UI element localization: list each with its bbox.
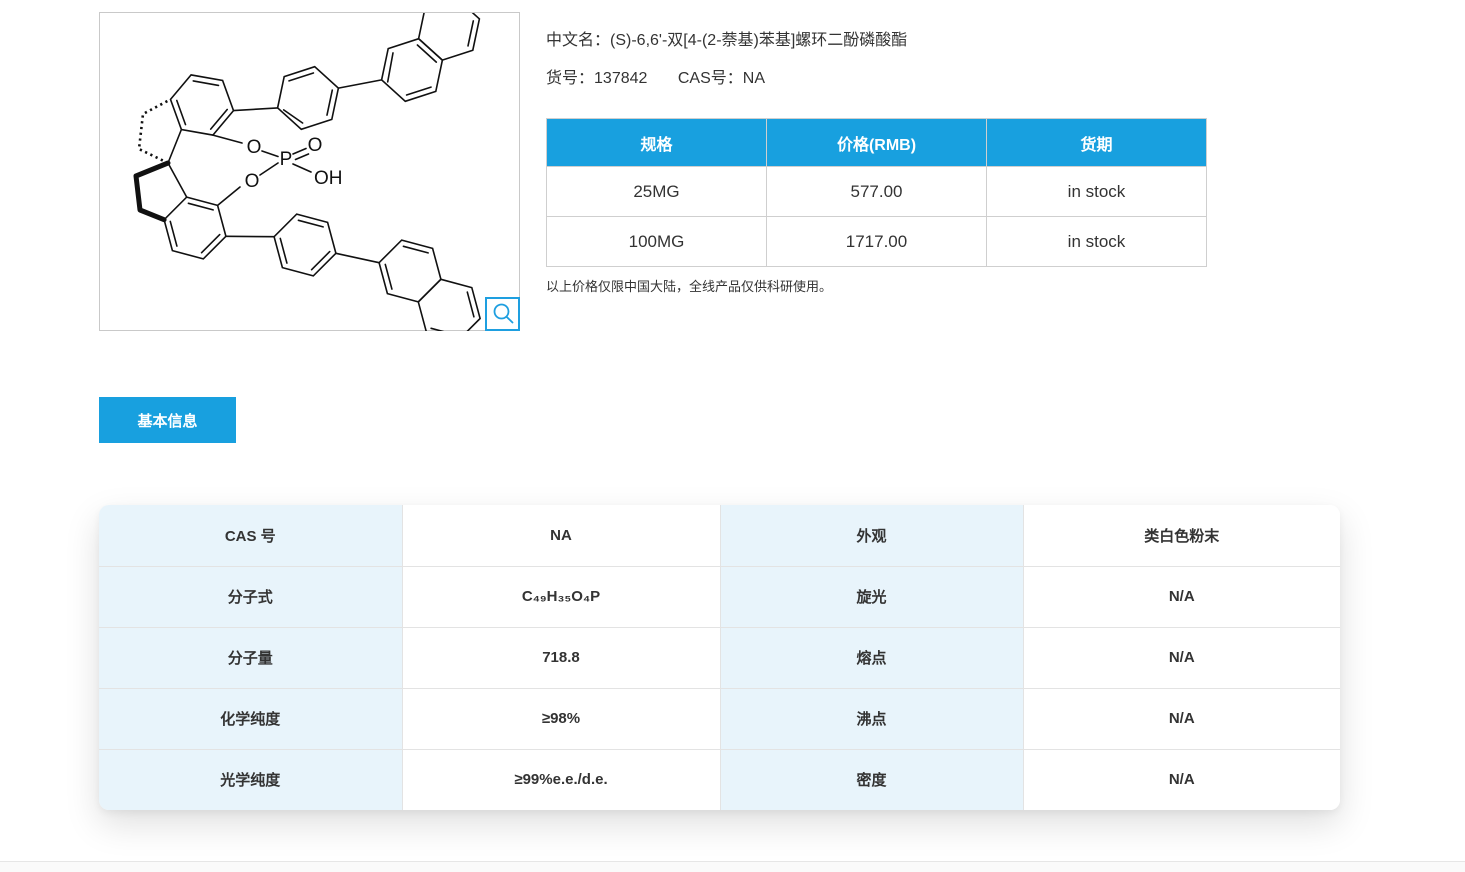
tab-basic-info[interactable]: 基本信息 bbox=[99, 397, 236, 443]
boiling-label-cell: 沸点 bbox=[720, 688, 1024, 750]
melting-label-cell: 熔点 bbox=[720, 627, 1024, 689]
appearance-label-cell: 外观 bbox=[720, 505, 1024, 567]
density-value-cell: N/A bbox=[1023, 749, 1340, 810]
sku-cas-line: 货号：137842 CAS号：NA bbox=[546, 64, 765, 88]
cas-value: NA bbox=[742, 70, 765, 87]
molweight-value-cell: 718.8 bbox=[402, 627, 721, 689]
atom-o-lower: O bbox=[245, 171, 260, 192]
cas-label: CAS号： bbox=[677, 70, 743, 87]
price-cell: 1717.00 bbox=[766, 216, 987, 267]
spec-cell: 100MG bbox=[546, 216, 767, 267]
magnifier-icon bbox=[493, 303, 513, 324]
price-header-price: 价格(RMB) bbox=[766, 118, 987, 167]
table-row: 分子式 C₄₉H₃₅O₄P 旋光 N/A bbox=[99, 566, 1340, 628]
price-header-stock: 货期 bbox=[986, 118, 1207, 167]
optical-purity-label-cell: 光学纯度 bbox=[99, 749, 403, 810]
atom-o-upper: O bbox=[247, 137, 262, 158]
atom-o-double: O bbox=[308, 135, 323, 156]
footer-divider bbox=[0, 861, 1465, 872]
product-name-line: 中文名：(S)-6,6'-双[4-(2-萘基)苯基]螺环二酚磷酸酯 bbox=[546, 26, 907, 50]
melting-value-cell: N/A bbox=[1023, 627, 1340, 689]
spec-cell: 25MG bbox=[546, 166, 767, 217]
price-cell: 577.00 bbox=[766, 166, 987, 217]
rotation-value-cell: N/A bbox=[1023, 566, 1340, 628]
atom-p: P bbox=[280, 149, 293, 170]
rotation-label-cell: 旋光 bbox=[720, 566, 1024, 628]
boiling-value-cell: N/A bbox=[1023, 688, 1340, 750]
price-table-header-row: 规格 价格(RMB) 货期 bbox=[546, 118, 1207, 167]
molweight-label-cell: 分子量 bbox=[99, 627, 403, 689]
product-name: (S)-6,6'-双[4-(2-萘基)苯基]螺环二酚磷酸酯 bbox=[610, 32, 908, 49]
zoom-button[interactable] bbox=[485, 297, 520, 331]
price-table-row: 25MG 577.00 in stock bbox=[546, 166, 1207, 217]
formula-label-cell: 分子式 bbox=[99, 566, 403, 628]
cas-label-cell: CAS 号 bbox=[99, 505, 403, 567]
atom-oh: OH bbox=[314, 168, 343, 189]
table-row: CAS 号 NA 外观 类白色粉末 bbox=[99, 505, 1340, 567]
chem-purity-label-cell: 化学纯度 bbox=[99, 688, 403, 750]
structure-image-box: O O P O OH bbox=[99, 12, 520, 331]
sku-value: 137842 bbox=[594, 70, 648, 87]
molecule-structure: O O P O OH bbox=[133, 13, 481, 331]
optical-purity-value-cell: ≥99%e.e./d.e. bbox=[402, 749, 721, 810]
formula-value-cell: C₄₉H₃₅O₄P bbox=[402, 566, 721, 628]
cn-name-label: 中文名： bbox=[546, 32, 611, 49]
table-row: 光学纯度 ≥99%e.e./d.e. 密度 N/A bbox=[99, 749, 1340, 810]
price-header-spec: 规格 bbox=[546, 118, 767, 167]
cas-value-cell: NA bbox=[402, 505, 721, 567]
price-table: 规格 价格(RMB) 货期 25MG 577.00 in stock 100MG… bbox=[546, 118, 1207, 267]
chem-purity-value-cell: ≥98% bbox=[402, 688, 721, 750]
sku-label: 货号： bbox=[546, 70, 595, 87]
density-label-cell: 密度 bbox=[720, 749, 1024, 810]
table-row: 化学纯度 ≥98% 沸点 N/A bbox=[99, 688, 1340, 750]
basic-info-card: CAS 号 NA 外观 类白色粉末 分子式 C₄₉H₃₅O₄P 旋光 N/A 分… bbox=[99, 505, 1340, 810]
appearance-value-cell: 类白色粉末 bbox=[1023, 505, 1340, 567]
price-table-row: 100MG 1717.00 in stock bbox=[546, 216, 1207, 267]
table-row: 分子量 718.8 熔点 N/A bbox=[99, 627, 1340, 689]
price-note: 以上价格仅限中国大陆，全线产品仅供科研使用。 bbox=[546, 279, 833, 294]
product-page: O O P O OH 中文名：(S)-6,6'-双[4-(2-萘基)苯基]螺环二… bbox=[0, 0, 1465, 872]
stock-cell: in stock bbox=[986, 216, 1207, 267]
basic-info-table: CAS 号 NA 外观 类白色粉末 分子式 C₄₉H₃₅O₄P 旋光 N/A 分… bbox=[99, 505, 1340, 810]
stock-cell: in stock bbox=[986, 166, 1207, 217]
